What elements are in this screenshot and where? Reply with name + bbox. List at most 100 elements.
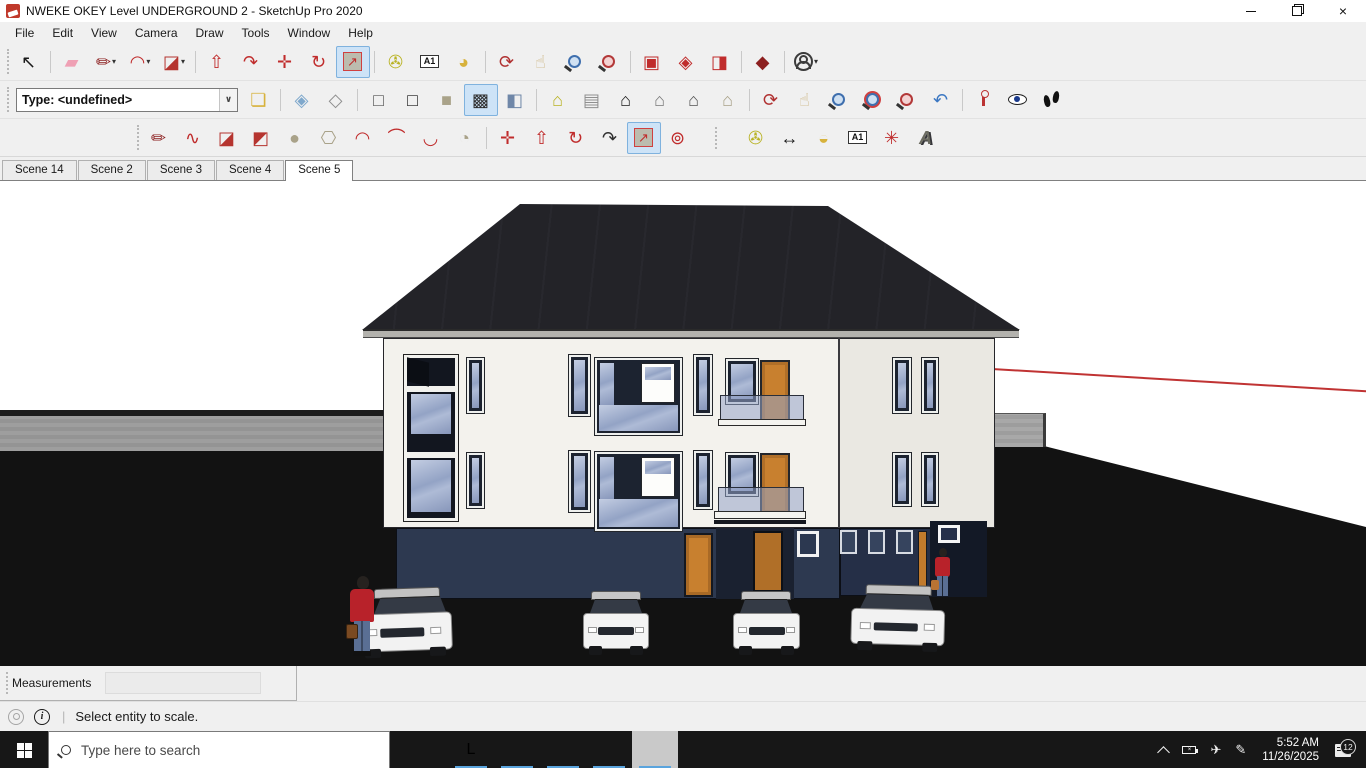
- rotate-tool[interactable]: ↻: [559, 122, 593, 154]
- layout-app[interactable]: L: [448, 731, 494, 768]
- search-input[interactable]: [81, 743, 321, 758]
- classifier-tool[interactable]: ❏: [242, 84, 276, 116]
- model-viewport[interactable]: [0, 181, 1366, 666]
- look-around-tool[interactable]: [1001, 84, 1035, 116]
- view-top[interactable]: ▤: [575, 84, 609, 116]
- line-tool[interactable]: ✏: [142, 122, 176, 154]
- window[interactable]: [893, 358, 911, 413]
- basement-window[interactable]: [938, 525, 960, 543]
- menu-tools[interactable]: Tools: [233, 24, 279, 42]
- 3-point-arc-tool[interactable]: ◡: [414, 122, 448, 154]
- style-wireframe[interactable]: □: [362, 84, 396, 116]
- minimize-button[interactable]: [1228, 0, 1274, 22]
- walk-tool[interactable]: [1035, 84, 1069, 116]
- zoom-extents-tool[interactable]: [592, 46, 626, 78]
- orbit-tool[interactable]: ⟳: [490, 46, 524, 78]
- dimension-tool[interactable]: ↔: [773, 122, 807, 154]
- action-center-button[interactable]: 12: [1328, 744, 1358, 757]
- orbit-tool[interactable]: ⟳: [754, 84, 788, 116]
- battery-icon[interactable]: ×: [1182, 746, 1196, 754]
- zoom-extents-tool[interactable]: [890, 84, 924, 116]
- style-back-edges[interactable]: ◇: [319, 84, 353, 116]
- previous-view[interactable]: ↶: [924, 84, 958, 116]
- 3d-warehouse[interactable]: ▣: [635, 46, 669, 78]
- follow-me-tool[interactable]: ↷: [234, 46, 268, 78]
- 3d-text-tool[interactable]: A: [909, 122, 943, 154]
- taskbar-search[interactable]: [48, 731, 390, 768]
- basement-window[interactable]: [840, 530, 857, 554]
- scale-tool[interactable]: ↗: [627, 122, 661, 154]
- window[interactable]: [467, 453, 484, 508]
- move-tool[interactable]: ✛: [491, 122, 525, 154]
- car[interactable]: [850, 584, 946, 654]
- paint-bucket-tool[interactable]: ◕: [447, 46, 481, 78]
- airplane-mode-icon[interactable]: ✈: [1210, 742, 1221, 758]
- car[interactable]: [733, 591, 800, 659]
- view-front[interactable]: ⌂: [609, 84, 643, 116]
- axes-tool[interactable]: ✳: [875, 122, 909, 154]
- scene-tab-14[interactable]: Scene 14: [2, 160, 77, 180]
- arc-tool[interactable]: ◠: [346, 122, 380, 154]
- rectangle-tool[interactable]: ◪▾: [157, 46, 191, 78]
- measurements-input[interactable]: [105, 672, 261, 694]
- polygon-tool[interactable]: ⎔: [312, 122, 346, 154]
- scene-tab-2[interactable]: Scene 2: [78, 160, 146, 180]
- type-dropdown[interactable]: Type: <undefined> ∨: [16, 88, 238, 112]
- select-tool[interactable]: ↖: [12, 46, 46, 78]
- basement-window[interactable]: [868, 530, 885, 554]
- pan-tool[interactable]: ☝: [524, 46, 558, 78]
- taskbar-clock[interactable]: 5:52 AM 11/26/2025: [1262, 736, 1319, 764]
- window[interactable]: [569, 355, 590, 416]
- entry-door[interactable]: [753, 531, 783, 592]
- scene-tab-4[interactable]: Scene 4: [216, 160, 284, 180]
- menu-edit[interactable]: Edit: [43, 24, 82, 42]
- building-roof[interactable]: [360, 201, 1022, 332]
- extension-manager[interactable]: ◆: [746, 46, 780, 78]
- menu-window[interactable]: Window: [279, 24, 340, 42]
- scale-tool[interactable]: ↗: [336, 46, 370, 78]
- window[interactable]: [569, 451, 590, 512]
- view-back[interactable]: ⌂: [677, 84, 711, 116]
- style-shaded[interactable]: ■: [430, 84, 464, 116]
- zoom-tool[interactable]: [558, 46, 592, 78]
- push-pull-tool[interactable]: ⇧: [200, 46, 234, 78]
- move-tool[interactable]: ✛: [268, 46, 302, 78]
- large-window[interactable]: [595, 358, 682, 435]
- scene-tab-5[interactable]: Scene 5: [285, 160, 353, 181]
- pen-icon[interactable]: ✎: [1235, 742, 1246, 758]
- photos-app[interactable]: [540, 731, 586, 768]
- zoom-tool[interactable]: [822, 84, 856, 116]
- large-window[interactable]: [595, 452, 682, 531]
- window[interactable]: [694, 355, 712, 415]
- close-button[interactable]: ×: [1320, 0, 1366, 22]
- zoom-window-tool[interactable]: [856, 84, 890, 116]
- style-hidden-line[interactable]: □: [396, 84, 430, 116]
- freehand-tool[interactable]: ∿: [176, 122, 210, 154]
- facade-right[interactable]: [839, 338, 995, 528]
- extension-warehouse[interactable]: ◈: [669, 46, 703, 78]
- pie-tool[interactable]: ◔: [448, 122, 482, 154]
- window[interactable]: [893, 453, 911, 506]
- text-tool[interactable]: A1: [841, 122, 875, 154]
- menu-camera[interactable]: Camera: [126, 24, 187, 42]
- rectangle-tool[interactable]: ◪: [210, 122, 244, 154]
- tape-measure-tool[interactable]: ✇: [379, 46, 413, 78]
- media-app[interactable]: [586, 731, 632, 768]
- person[interactable]: [933, 548, 952, 600]
- task-view-button[interactable]: [402, 731, 448, 768]
- menu-draw[interactable]: Draw: [187, 24, 233, 42]
- arc-tool[interactable]: ◠▾: [123, 46, 157, 78]
- view-right[interactable]: ⌂: [643, 84, 677, 116]
- car[interactable]: [583, 591, 649, 659]
- position-camera-tool[interactable]: [967, 84, 1001, 116]
- menu-file[interactable]: File: [6, 24, 43, 42]
- person[interactable]: [348, 576, 378, 660]
- pan-tool[interactable]: ☝: [788, 84, 822, 116]
- window[interactable]: [467, 358, 484, 413]
- window[interactable]: [922, 358, 938, 413]
- window[interactable]: [694, 451, 712, 509]
- protractor-tool[interactable]: ◒: [807, 122, 841, 154]
- geolocation-icon[interactable]: [8, 709, 24, 725]
- file-explorer-app[interactable]: [494, 731, 540, 768]
- follow-me-tool[interactable]: ↷: [593, 122, 627, 154]
